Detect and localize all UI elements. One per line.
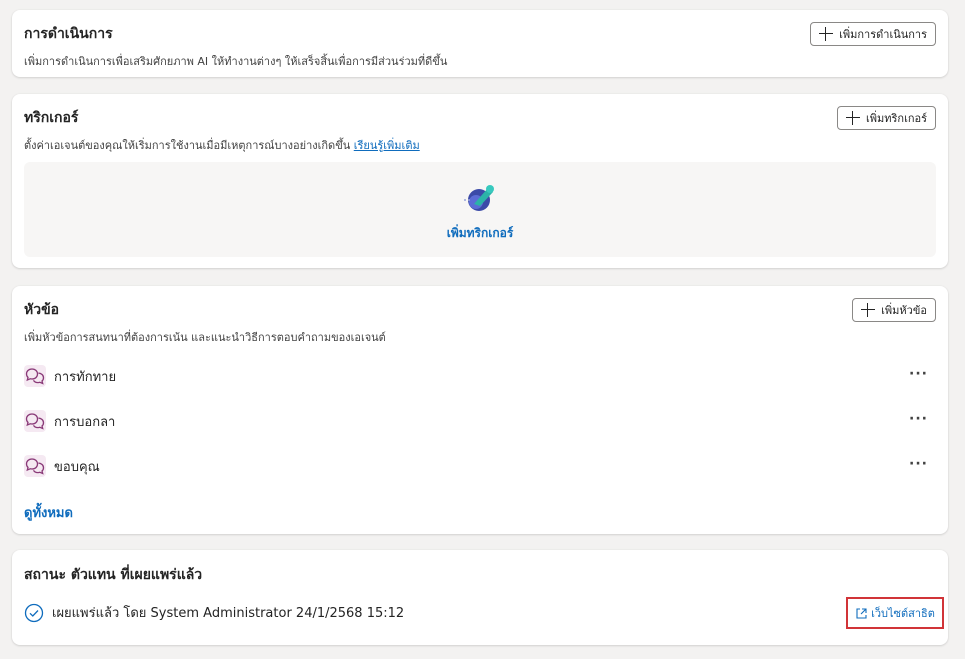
published-status-row: เผยแพร่แล้ว โดย System Administrator 24/… (24, 602, 404, 623)
more-options-icon[interactable]: ··· (909, 411, 928, 427)
plus-icon (819, 27, 834, 41)
learn-more-link[interactable]: เรียนรู้เพิ่มเติม (354, 139, 420, 152)
more-options-icon[interactable]: ··· (909, 456, 928, 472)
agent-overview-page: การดำเนินการ เพิ่มการดำเนินการเพื่อเสริม… (0, 0, 965, 659)
published-status-card: สถานะ ตัวแทน ที่เผยแพร่แล้ว เผยแพร่แล้ว … (12, 550, 948, 645)
add-action-button[interactable]: เพิ่มการดำเนินการ (810, 22, 936, 46)
topics-title: หัวข้อ (24, 302, 60, 318)
add-trigger-button[interactable]: เพิ่มทริกเกอร์ (836, 106, 936, 130)
status-title: สถานะ ตัวแทน ที่เผยแพร่แล้ว (24, 567, 203, 583)
add-topic-button[interactable]: เพิ่มหัวข้อ (852, 298, 936, 322)
public-website-label: เว็บไซต์สาธิต (871, 607, 935, 620)
plus-icon (861, 303, 876, 317)
plus-icon (845, 111, 860, 125)
actions-title: การดำเนินการ (24, 26, 113, 42)
check-circle-icon (24, 603, 44, 622)
add-trigger-label: เพิ่มทริกเกอร์ (865, 112, 927, 125)
actions-description: เพิ่มการดำเนินการเพื่อเสริมศักยภาพ AI ให… (24, 55, 448, 68)
topics-card: หัวข้อ เพิ่มหัวข้อการสนทนาที่ต้องการเน้น… (12, 286, 948, 534)
triggers-card: ทริกเกอร์ ตั้งค่าเอเจนต์ของคุณให้เริ่มกา… (12, 94, 948, 268)
topic-row[interactable]: ขอบคุณ ··· (24, 452, 936, 480)
topic-label: การบอกลา (54, 414, 116, 430)
triggers-title: ทริกเกอร์ (24, 110, 79, 126)
trigger-illustration-icon (464, 185, 494, 211)
open-external-icon (856, 607, 867, 619)
triggers-description: ตั้งค่าเอเจนต์ของคุณให้เริ่มการใช้งานเมื… (24, 136, 420, 154)
topic-label: ขอบคุณ (54, 459, 100, 475)
topic-row[interactable]: การทักทาย ··· (24, 362, 936, 390)
actions-card: การดำเนินการ เพิ่มการดำเนินการเพื่อเสริม… (12, 10, 948, 77)
chat-bubbles-icon (24, 410, 46, 432)
topics-description: เพิ่มหัวข้อการสนทนาที่ต้องการเน้น และแนะ… (24, 331, 386, 344)
topic-label: การทักทาย (54, 369, 117, 385)
add-topic-label: เพิ่มหัวข้อ (881, 304, 927, 317)
topic-row[interactable]: การบอกลา ··· (24, 407, 936, 435)
public-website-link[interactable]: เว็บไซต์สาธิต (846, 597, 944, 629)
triggers-description-text: ตั้งค่าเอเจนต์ของคุณให้เริ่มการใช้งานเมื… (24, 139, 351, 152)
add-action-label: เพิ่มการดำเนินการ (839, 28, 927, 41)
chat-bubbles-icon (24, 365, 46, 387)
trigger-empty-state: เพิ่มทริกเกอร์ (24, 162, 936, 257)
published-status-text: เผยแพร่แล้ว โดย System Administrator 24/… (52, 606, 405, 621)
add-trigger-cta[interactable]: เพิ่มทริกเกอร์ (24, 224, 936, 243)
chat-bubbles-icon (24, 455, 46, 477)
more-options-icon[interactable]: ··· (909, 366, 928, 382)
see-all-topics-link[interactable]: ดูทั้งหมด (24, 502, 73, 523)
